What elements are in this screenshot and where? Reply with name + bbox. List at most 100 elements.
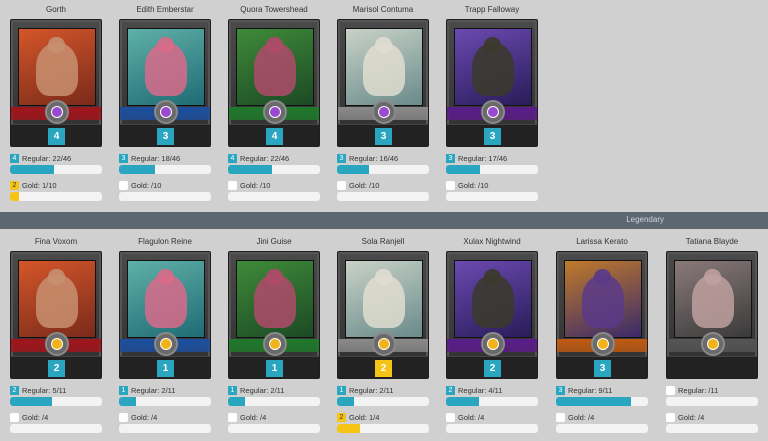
gold-count: Gold: /4 <box>131 412 158 422</box>
card-name: Gorth <box>45 5 66 14</box>
regular-progress-row: 4 Regular: 22/46 <box>228 153 320 163</box>
card-frame[interactable]: 3 <box>556 251 648 379</box>
card[interactable]: Marisol Contuma 3 3 Regular: 16/46 Gold: /10 <box>337 5 429 201</box>
card[interactable]: Trapp Falloway 3 3 Regular: 17/46 Gold: /10 <box>446 5 538 201</box>
rarity-emblem <box>263 332 287 356</box>
regular-progress-row: 4 Regular: 22/46 <box>10 153 102 163</box>
level-strip: 3 <box>120 124 210 146</box>
card-art <box>345 28 423 106</box>
card-art <box>236 260 314 338</box>
level-strip: 1 <box>229 356 319 378</box>
level-strip: 2 <box>11 356 101 378</box>
regular-level-badge: 2 <box>10 385 19 395</box>
gold-progress-bar <box>119 192 211 201</box>
card[interactable]: Tatiana Blayde Regular: /11 Gold: /4 <box>666 237 758 433</box>
gold-gem-icon <box>487 338 499 350</box>
regular-progress-row: 2 Regular: 4/11 <box>446 385 538 395</box>
gold-count: Gold: /4 <box>22 412 49 422</box>
section-label: Legendary <box>626 215 664 224</box>
card[interactable]: Sola Ranjell 2 1 Regular: 2/11 2 Gold: 1/4 <box>337 237 429 433</box>
regular-progress-bar <box>666 397 758 406</box>
gold-progress-row: Gold: /10 <box>228 180 320 190</box>
card-art <box>674 260 752 338</box>
card-frame[interactable]: 2 <box>10 251 102 379</box>
regular-progress-bar <box>228 397 320 406</box>
rarity-emblem <box>263 100 287 124</box>
regular-level-empty <box>666 385 675 395</box>
purple-gem-icon <box>160 106 172 118</box>
gold-progress-row: Gold: /10 <box>337 180 429 190</box>
regular-count: Regular: /11 <box>678 385 719 395</box>
gold-count: Gold: 1/10 <box>22 180 57 190</box>
regular-level-badge: 1 <box>228 385 237 395</box>
card[interactable]: Flagulon Reine 1 1 Regular: 2/11 Gold: /4 <box>119 237 211 433</box>
regular-progress-bar <box>446 165 538 174</box>
character-head <box>374 36 392 54</box>
rarity-emblem <box>45 100 69 124</box>
regular-progress-fill <box>119 165 155 174</box>
card-frame[interactable]: 3 <box>337 19 429 147</box>
character-head <box>265 36 283 54</box>
regular-count: Regular: 2/11 <box>240 385 285 395</box>
gold-progress-bar <box>556 424 648 433</box>
regular-progress-row: 3 Regular: 16/46 <box>337 153 429 163</box>
regular-progress-fill <box>119 397 136 406</box>
regular-count: Regular: 5/11 <box>22 385 67 395</box>
gold-count: Gold: 1/4 <box>349 412 380 422</box>
gold-level-empty <box>10 412 19 422</box>
card-frame[interactable]: 1 <box>228 251 320 379</box>
regular-level-badge: 1 <box>119 385 128 395</box>
level-strip: 2 <box>447 356 537 378</box>
gold-level-badge: 2 <box>337 412 346 422</box>
regular-progress-bar <box>119 165 211 174</box>
card[interactable]: Jini Guise 1 1 Regular: 2/11 Gold: /4 <box>228 237 320 433</box>
rarity-emblem <box>481 332 505 356</box>
level-badge: 1 <box>157 360 174 377</box>
card-art <box>127 28 205 106</box>
card-frame[interactable]: 3 <box>446 19 538 147</box>
level-badge: 3 <box>375 128 392 145</box>
card-frame[interactable]: 2 <box>446 251 538 379</box>
card[interactable]: Fina Voxom 2 2 Regular: 5/11 Gold: /4 <box>10 237 102 433</box>
gold-progress-row: Gold: /4 <box>446 412 538 422</box>
character-head <box>156 268 174 286</box>
card-name: Marisol Contuma <box>352 5 414 14</box>
regular-level-badge: 3 <box>556 385 565 395</box>
gold-progress-bar <box>446 192 538 201</box>
regular-progress-bar <box>228 165 320 174</box>
regular-count: Regular: 22/46 <box>240 153 290 163</box>
gold-gem-icon <box>707 338 719 350</box>
gold-gem-icon <box>597 338 609 350</box>
level-strip: 3 <box>557 356 647 378</box>
gold-progress-bar <box>119 424 211 433</box>
card[interactable]: Larissa Kerato 3 3 Regular: 9/11 Gold: /4 <box>556 237 648 433</box>
character-head <box>47 36 65 54</box>
gold-progress-fill <box>337 424 360 433</box>
card-frame[interactable]: 3 <box>119 19 211 147</box>
rarity-emblem <box>154 100 178 124</box>
card-art <box>18 28 96 106</box>
gold-progress-row: Gold: /10 <box>119 180 211 190</box>
card[interactable]: Edith Emberstar 3 3 Regular: 18/46 Gold: /10 <box>119 5 211 201</box>
gold-progress-bar <box>666 424 758 433</box>
gold-level-empty <box>666 412 675 422</box>
character-head <box>703 268 721 286</box>
card-frame[interactable]: 4 <box>228 19 320 147</box>
card-name: Jini Guise <box>256 237 292 246</box>
card[interactable]: Gorth 4 4 Regular: 22/46 2 Gold: 1/10 <box>10 5 102 201</box>
card-name: Trapp Falloway <box>464 5 520 14</box>
gold-progress-row: Gold: /4 <box>666 412 758 422</box>
level-badge: 3 <box>157 128 174 145</box>
character-head <box>374 268 392 286</box>
card-frame[interactable] <box>666 251 758 379</box>
card-name: Larissa Kerato <box>576 237 628 246</box>
regular-count: Regular: 9/11 <box>568 385 613 395</box>
card-frame[interactable]: 2 <box>337 251 429 379</box>
gold-progress-row: Gold: /4 <box>119 412 211 422</box>
card-frame[interactable]: 1 <box>119 251 211 379</box>
rarity-emblem <box>372 332 396 356</box>
card-frame[interactable]: 4 <box>10 19 102 147</box>
regular-count: Regular: 2/11 <box>131 385 176 395</box>
card[interactable]: Quora Towershead 4 4 Regular: 22/46 Gold: /1… <box>228 5 320 201</box>
card[interactable]: Xulax Nightwind 2 2 Regular: 4/11 Gold: /4 <box>446 237 538 433</box>
